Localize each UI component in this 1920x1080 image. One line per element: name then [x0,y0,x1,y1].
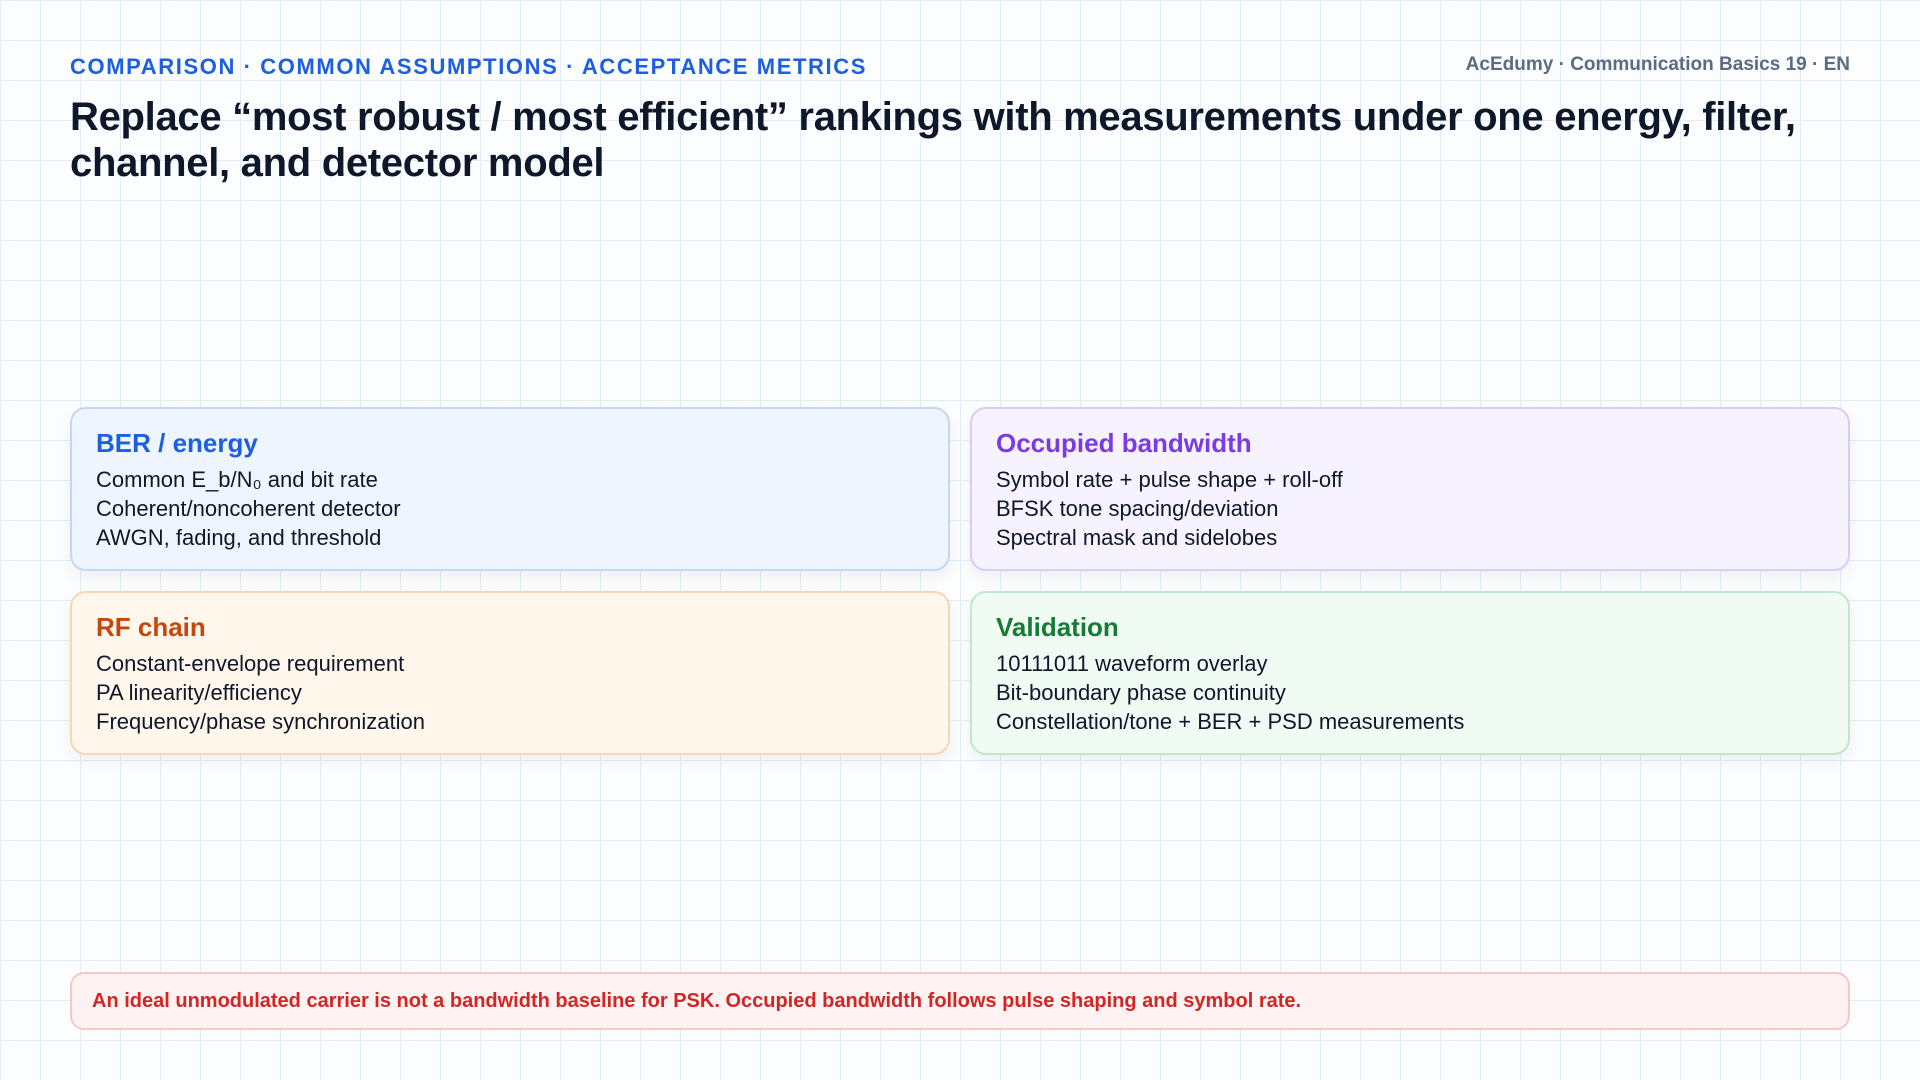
card-grid: BER / energy Common E_b/N₀ and bit rate … [70,407,1850,755]
card-line: Constellation/tone + BER + PSD measureme… [996,709,1465,734]
card-ber-energy: BER / energy Common E_b/N₀ and bit rate … [70,407,950,571]
card-rf-chain: RF chain Constant-envelope requirement P… [70,591,950,755]
warning-notice-text: An ideal unmodulated carrier is not a ba… [92,989,1302,1012]
card-title: Validation [996,612,1119,642]
brand-label: AcEdumy · Communication Basics 19 · EN [1465,54,1850,75]
card-line: Bit-boundary phase continuity [996,680,1286,705]
card-title: Occupied bandwidth [996,428,1252,458]
card-line: Spectral mask and sidelobes [996,525,1278,550]
page-title: Replace “most robust / most efficient” r… [70,95,1796,185]
card-lines: Common E_b/N₀ and bit rate Coherent/nonc… [96,465,924,552]
card-lines: 10111011 waveform overlay Bit-boundary p… [996,649,1824,736]
card-validation: Validation 10111011 waveform overlay Bit… [970,591,1850,755]
card-line: Constant-envelope requirement [96,651,405,676]
card-line: AWGN, fading, and threshold [96,525,382,550]
card-line: Frequency/phase synchronization [96,709,425,734]
card-line: PA linearity/efficiency [96,680,302,705]
card-line: 10111011 waveform overlay [996,651,1268,676]
kicker: COMPARISON · COMMON ASSUMPTIONS · ACCEPT… [70,54,867,79]
card-lines: Symbol rate + pulse shape + roll-off BFS… [996,465,1824,552]
card-line: BFSK tone spacing/deviation [996,496,1279,521]
card-line: Common E_b/N₀ and bit rate [96,467,378,492]
card-lines: Constant-envelope requirement PA lineari… [96,649,924,736]
card-title: RF chain [96,612,206,642]
card-title: BER / energy [96,428,258,458]
warning-notice: An ideal unmodulated carrier is not a ba… [70,972,1850,1030]
card-line: Symbol rate + pulse shape + roll-off [996,467,1343,492]
card-line: Coherent/noncoherent detector [96,496,401,521]
card-occupied-bandwidth: Occupied bandwidth Symbol rate + pulse s… [970,407,1850,571]
